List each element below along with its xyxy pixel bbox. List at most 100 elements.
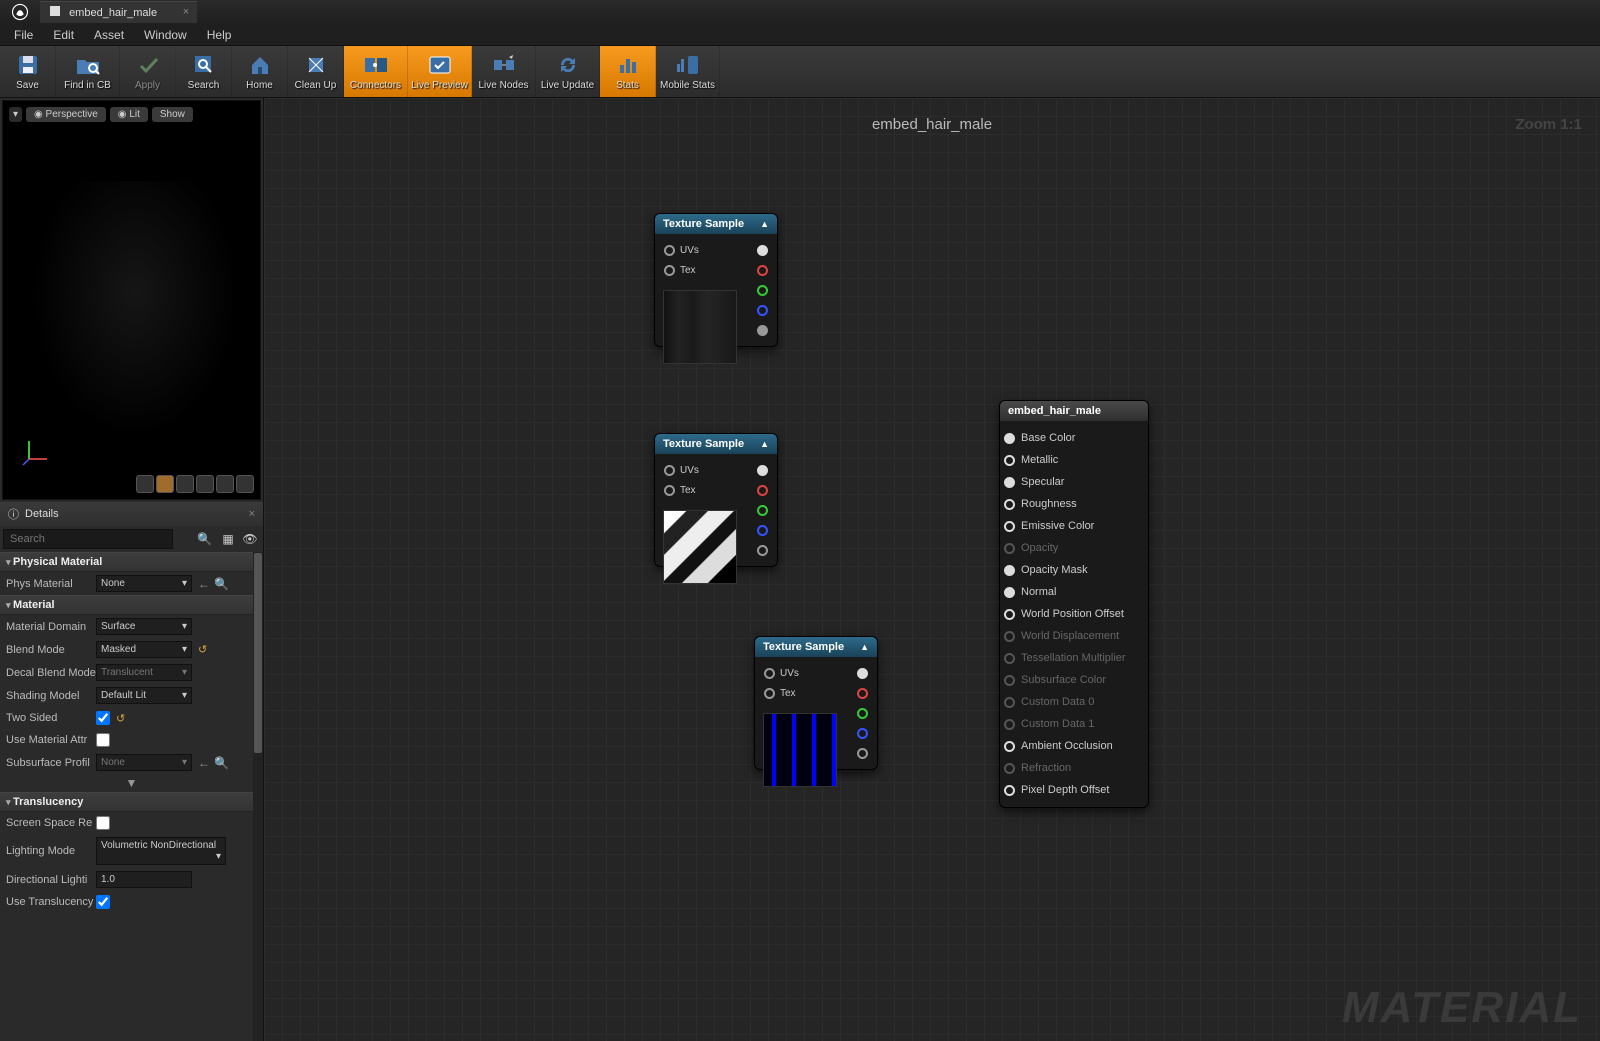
output-pin-rgb[interactable]	[757, 465, 768, 476]
cat-translucency[interactable]: Translucency	[0, 792, 263, 812]
output-pin-g[interactable]	[757, 285, 768, 296]
result-pin-custom-data-0[interactable]: Custom Data 0	[1000, 691, 1148, 713]
result-pin-metallic[interactable]: Metallic	[1000, 449, 1148, 471]
cat-physical-material[interactable]: Physical Material	[0, 552, 263, 572]
collapse-icon[interactable]: ▲	[760, 439, 769, 449]
result-pin-refraction[interactable]: Refraction	[1000, 757, 1148, 779]
output-pin-a[interactable]	[857, 748, 868, 759]
reset-icon[interactable]: ←	[198, 577, 210, 591]
result-pin-opacity[interactable]: Opacity	[1000, 537, 1148, 559]
menu-file[interactable]: File	[4, 25, 43, 45]
result-pin-world-displacement[interactable]: World Displacement	[1000, 625, 1148, 647]
document-tab[interactable]: embed_hair_male	[40, 1, 197, 23]
menu-edit[interactable]: Edit	[43, 25, 84, 45]
phys-material-select[interactable]: None ▾	[96, 575, 192, 592]
material-result-node[interactable]: embed_hair_male Base ColorMetallicSpecul…	[999, 400, 1149, 808]
shape-plane[interactable]	[176, 475, 194, 493]
details-search-input[interactable]	[3, 529, 173, 549]
shading-model-select[interactable]: Default Lit ▾	[96, 687, 192, 704]
shape-cylinder[interactable]	[136, 475, 154, 493]
output-pin-g[interactable]	[857, 708, 868, 719]
input-pin[interactable]	[664, 485, 675, 496]
result-pin-specular[interactable]: Specular	[1000, 471, 1148, 493]
toolbar-stats[interactable]: Stats	[600, 46, 656, 97]
toolbar-livenodes[interactable]: Live Nodes	[472, 46, 536, 97]
output-pin-rgb[interactable]	[757, 245, 768, 256]
output-pin-g[interactable]	[757, 505, 768, 516]
material-graph[interactable]: embed_hair_male Zoom 1:1 MATERIAL Textur…	[264, 98, 1600, 1041]
revert-icon[interactable]: ↺	[116, 712, 125, 725]
toolbar-home[interactable]: Home	[232, 46, 288, 97]
result-pin-world-position-offset[interactable]: World Position Offset	[1000, 603, 1148, 625]
input-pin[interactable]	[664, 465, 675, 476]
browse-icon[interactable]: 🔍	[214, 577, 229, 591]
toolbar-find[interactable]: Find in CB	[56, 46, 120, 97]
toolbar-cleanup[interactable]: Clean Up	[288, 46, 344, 97]
details-panel-header[interactable]: ⓘDetails	[0, 502, 263, 526]
menu-asset[interactable]: Asset	[84, 25, 134, 45]
output-pin-rgb[interactable]	[857, 668, 868, 679]
browse-icon[interactable]: 🔍	[214, 756, 229, 770]
result-pin-base-color[interactable]: Base Color	[1000, 427, 1148, 449]
revert-icon[interactable]: ↺	[198, 643, 207, 656]
result-pin-ambient-occlusion[interactable]: Ambient Occlusion	[1000, 735, 1148, 757]
input-pin[interactable]	[664, 265, 675, 276]
shape-custom[interactable]	[236, 475, 254, 493]
two-sided-checkbox[interactable]	[96, 711, 110, 725]
expand-icon[interactable]: ▼	[0, 774, 263, 792]
blend-mode-select[interactable]: Masked ▾	[96, 641, 192, 658]
shape-cube[interactable]	[196, 475, 214, 493]
output-pin-a[interactable]	[757, 545, 768, 556]
texture-sample-node-1[interactable]: Texture Sample▲ UVs Tex	[654, 213, 778, 347]
toolbar-save[interactable]: Save	[0, 46, 56, 97]
use-material-attr-checkbox[interactable]	[96, 733, 110, 747]
collapse-icon[interactable]: ▲	[760, 219, 769, 229]
result-pin-custom-data-1[interactable]: Custom Data 1	[1000, 713, 1148, 735]
result-pin-opacity-mask[interactable]: Opacity Mask	[1000, 559, 1148, 581]
viewport-options[interactable]: ▾	[9, 107, 22, 122]
result-pin-tessellation-multiplier[interactable]: Tessellation Multiplier	[1000, 647, 1148, 669]
toolbar-connectors[interactable]: Connectors	[344, 46, 408, 97]
output-pin-b[interactable]	[857, 728, 868, 739]
viewport-perspective[interactable]: ◉ Perspective	[26, 107, 106, 122]
use-translucency-checkbox[interactable]	[96, 895, 110, 909]
result-pin-emissive-color[interactable]: Emissive Color	[1000, 515, 1148, 537]
details-view-eye[interactable]: 👁	[240, 529, 260, 549]
screen-space-checkbox[interactable]	[96, 816, 110, 830]
cat-material[interactable]: Material	[0, 595, 263, 615]
result-pin-subsurface-color[interactable]: Subsurface Color	[1000, 669, 1148, 691]
toolbar-apply[interactable]: Apply	[120, 46, 176, 97]
toolbar-livepreview[interactable]: Live Preview	[408, 46, 472, 97]
details-view-grid[interactable]: ▦	[218, 529, 238, 549]
input-pin[interactable]	[764, 688, 775, 699]
result-pin-roughness[interactable]: Roughness	[1000, 493, 1148, 515]
output-pin-b[interactable]	[757, 305, 768, 316]
menu-window[interactable]: Window	[134, 25, 197, 45]
texture-sample-node-3[interactable]: Texture Sample▲ UVs Tex	[754, 636, 878, 770]
texture-sample-node-2[interactable]: Texture Sample▲ UVs Tex	[654, 433, 778, 567]
viewport-lit[interactable]: ◉ Lit	[110, 107, 148, 122]
lighting-mode-select[interactable]: Volumetric NonDirectional▾	[96, 837, 226, 865]
output-pin-r[interactable]	[757, 485, 768, 496]
details-scrollbar[interactable]	[253, 552, 263, 1041]
result-pin-pixel-depth-offset[interactable]: Pixel Depth Offset	[1000, 779, 1148, 801]
input-pin[interactable]	[664, 245, 675, 256]
reset-icon[interactable]: ←	[198, 756, 210, 770]
shape-sphere[interactable]	[156, 475, 174, 493]
viewport-show[interactable]: Show	[152, 107, 193, 122]
output-pin-b[interactable]	[757, 525, 768, 536]
output-pin-a[interactable]	[757, 325, 768, 336]
toolbar-liveupdate[interactable]: Live Update	[536, 46, 600, 97]
toolbar-search[interactable]: Search	[176, 46, 232, 97]
input-pin[interactable]	[764, 668, 775, 679]
directional-light-input[interactable]: 1.0	[96, 871, 192, 888]
result-pin-normal[interactable]: Normal	[1000, 581, 1148, 603]
material-domain-select[interactable]: Surface ▾	[96, 618, 192, 635]
menu-help[interactable]: Help	[197, 25, 242, 45]
output-pin-r[interactable]	[757, 265, 768, 276]
toolbar-mobilestats[interactable]: Mobile Stats	[656, 46, 720, 97]
preview-viewport[interactable]: ▾ ◉ Perspective ◉ Lit Show	[2, 100, 261, 500]
output-pin-r[interactable]	[857, 688, 868, 699]
shape-teapot[interactable]	[216, 475, 234, 493]
collapse-icon[interactable]: ▲	[860, 642, 869, 652]
